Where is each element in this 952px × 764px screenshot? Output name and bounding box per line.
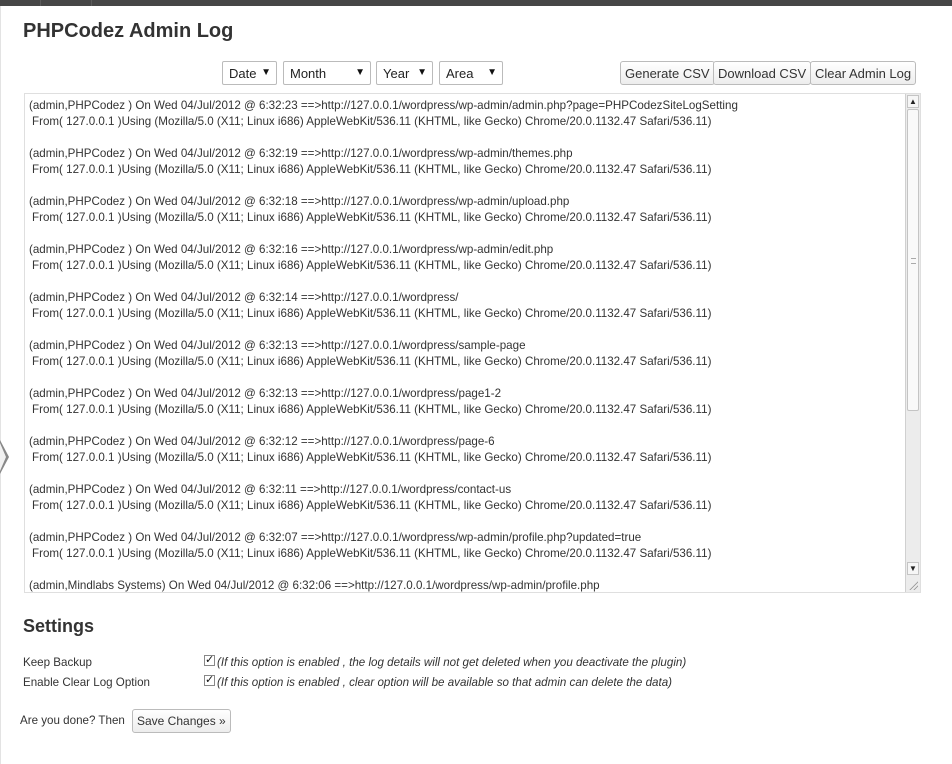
log-content: (admin,PHPCodez ) On Wed 04/Jul/2012 @ 6… xyxy=(29,98,905,592)
save-changes-button[interactable]: Save Changes » xyxy=(132,709,231,733)
enable-clear-log-label: Enable Clear Log Option xyxy=(23,676,150,689)
log-entry-request: (admin,PHPCodez ) On Wed 04/Jul/2012 @ 6… xyxy=(29,195,570,208)
month-select-value: Month xyxy=(290,66,327,81)
month-select[interactable]: Month ▼ xyxy=(283,61,371,85)
checkmark-icon: ✓ xyxy=(205,674,215,686)
area-select-value: Area xyxy=(446,66,474,81)
log-entry-client: From( 127.0.0.1 )Using (Mozilla/5.0 (X11… xyxy=(32,259,712,272)
log-entry-request: (admin,Mindlabs Systems) On Wed 04/Jul/2… xyxy=(29,579,600,592)
enable-clear-log-note: (If this option is enabled , clear optio… xyxy=(217,676,673,689)
admin-menu-edge xyxy=(0,6,1,764)
chevron-down-icon: ▼ xyxy=(417,67,427,78)
log-entry-client: From( 127.0.0.1 )Using (Mozilla/5.0 (X11… xyxy=(32,547,712,560)
year-select-value: Year xyxy=(383,66,410,81)
log-entry-client: From( 127.0.0.1 )Using (Mozilla/5.0 (X11… xyxy=(32,307,712,320)
keep-backup-label: Keep Backup xyxy=(23,656,92,669)
admin-top-bar xyxy=(0,0,952,6)
log-entry: (admin,Mindlabs Systems) On Wed 04/Jul/2… xyxy=(29,578,905,592)
settings-heading: Settings xyxy=(23,616,95,636)
log-entry: (admin,PHPCodez ) On Wed 04/Jul/2012 @ 6… xyxy=(29,194,905,226)
log-entry-client: From( 127.0.0.1 )Using (Mozilla/5.0 (X11… xyxy=(32,355,712,368)
date-select-value: Date xyxy=(229,66,257,81)
top-bar-segment xyxy=(40,0,92,6)
date-select[interactable]: Date ▼ xyxy=(222,61,277,85)
log-entry: (admin,PHPCodez ) On Wed 04/Jul/2012 @ 6… xyxy=(29,434,905,466)
chevron-down-icon: ▼ xyxy=(487,67,497,78)
log-entry-request: (admin,PHPCodez ) On Wed 04/Jul/2012 @ 6… xyxy=(29,531,642,544)
log-entry-request: (admin,PHPCodez ) On Wed 04/Jul/2012 @ 6… xyxy=(29,483,512,496)
log-entry-request: (admin,PHPCodez ) On Wed 04/Jul/2012 @ 6… xyxy=(29,243,554,256)
log-entry: (admin,PHPCodez ) On Wed 04/Jul/2012 @ 6… xyxy=(29,98,905,130)
enable-clear-log-checkbox[interactable]: ✓ xyxy=(204,675,215,686)
log-entry: (admin,PHPCodez ) On Wed 04/Jul/2012 @ 6… xyxy=(29,530,905,562)
log-entry: (admin,PHPCodez ) On Wed 04/Jul/2012 @ 6… xyxy=(29,338,905,370)
log-entry-client: From( 127.0.0.1 )Using (Mozilla/5.0 (X11… xyxy=(32,499,712,512)
log-entry: (admin,PHPCodez ) On Wed 04/Jul/2012 @ 6… xyxy=(29,290,905,322)
checkmark-icon: ✓ xyxy=(205,654,215,666)
log-entry-request: (admin,PHPCodez ) On Wed 04/Jul/2012 @ 6… xyxy=(29,147,573,160)
clear-admin-log-button[interactable]: Clear Admin Log xyxy=(810,61,917,85)
log-entry-request: (admin,PHPCodez ) On Wed 04/Jul/2012 @ 6… xyxy=(29,291,459,304)
resize-handle-icon[interactable] xyxy=(908,580,918,590)
chevron-down-icon: ▼ xyxy=(355,67,365,78)
log-entry-request: (admin,PHPCodez ) On Wed 04/Jul/2012 @ 6… xyxy=(29,99,738,112)
keep-backup-note: (If this option is enabled , the log det… xyxy=(217,656,687,669)
scroll-down-icon[interactable]: ▼ xyxy=(907,562,919,575)
scroll-grip-icon xyxy=(911,258,916,264)
log-entry: (admin,PHPCodez ) On Wed 04/Jul/2012 @ 6… xyxy=(29,146,905,178)
done-prompt: Are you done? Then xyxy=(20,714,125,727)
log-entry-request: (admin,PHPCodez ) On Wed 04/Jul/2012 @ 6… xyxy=(29,339,526,352)
log-entry-client: From( 127.0.0.1 )Using (Mozilla/5.0 (X11… xyxy=(32,211,712,224)
log-entry-client: From( 127.0.0.1 )Using (Mozilla/5.0 (X11… xyxy=(32,115,712,128)
area-select[interactable]: Area ▼ xyxy=(439,61,503,85)
log-entry-request: (admin,PHPCodez ) On Wed 04/Jul/2012 @ 6… xyxy=(29,387,502,400)
scroll-up-icon[interactable]: ▲ xyxy=(907,95,919,108)
log-entry-client: From( 127.0.0.1 )Using (Mozilla/5.0 (X11… xyxy=(32,451,712,464)
page-title: PHPCodez Admin Log xyxy=(23,20,234,42)
current-menu-arrow-inner-icon xyxy=(0,443,6,471)
log-entry-client: From( 127.0.0.1 )Using (Mozilla/5.0 (X11… xyxy=(32,163,712,176)
log-entry: (admin,PHPCodez ) On Wed 04/Jul/2012 @ 6… xyxy=(29,386,905,418)
log-entry: (admin,PHPCodez ) On Wed 04/Jul/2012 @ 6… xyxy=(29,242,905,274)
log-scrollbar[interactable]: ▲ ▼ xyxy=(905,94,920,592)
download-csv-button[interactable]: Download CSV xyxy=(713,61,812,85)
generate-csv-button[interactable]: Generate CSV xyxy=(620,61,715,85)
scroll-thumb[interactable] xyxy=(907,109,919,411)
log-entry-client: From( 127.0.0.1 )Using (Mozilla/5.0 (X11… xyxy=(32,403,712,416)
log-entry-request: (admin,PHPCodez ) On Wed 04/Jul/2012 @ 6… xyxy=(29,435,495,448)
year-select[interactable]: Year ▼ xyxy=(376,61,433,85)
chevron-down-icon: ▼ xyxy=(261,67,271,78)
keep-backup-checkbox[interactable]: ✓ xyxy=(204,655,215,666)
log-entry: (admin,PHPCodez ) On Wed 04/Jul/2012 @ 6… xyxy=(29,482,905,514)
log-textarea[interactable]: (admin,PHPCodez ) On Wed 04/Jul/2012 @ 6… xyxy=(24,93,921,593)
